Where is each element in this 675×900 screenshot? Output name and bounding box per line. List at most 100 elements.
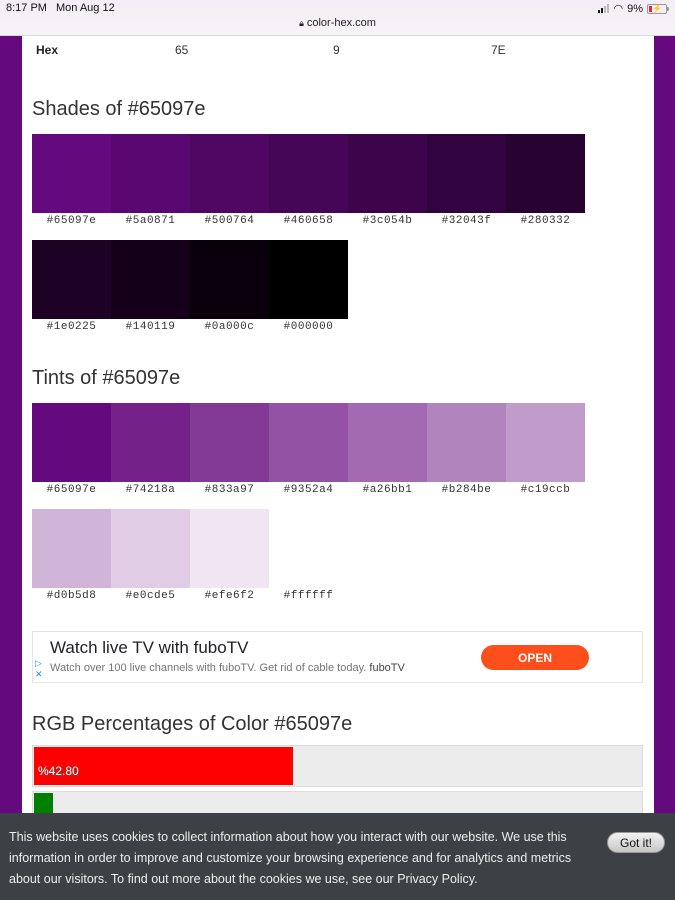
color-code-link[interactable]: #65097e <box>32 215 111 227</box>
tint-swatch[interactable]: #efe6f2 <box>190 509 269 602</box>
color-chip[interactable] <box>269 509 348 588</box>
color-code-link[interactable]: #460658 <box>269 215 348 227</box>
shades-row-2: #1e0225 #140119 #0a000c #000000 <box>32 240 348 333</box>
color-chip[interactable] <box>506 134 585 213</box>
color-chip[interactable] <box>111 509 190 588</box>
wifi-icon: ◠ <box>613 3 624 15</box>
color-chip[interactable] <box>32 134 111 213</box>
color-chip[interactable] <box>111 240 190 319</box>
color-code-link[interactable]: #32043f <box>427 215 506 227</box>
color-code-link[interactable]: #e0cde5 <box>111 590 190 602</box>
color-chip[interactable] <box>269 240 348 319</box>
shade-swatch[interactable]: #140119 <box>111 240 190 333</box>
color-code-link[interactable]: #5a0871 <box>111 215 190 227</box>
status-date: Mon Aug 12 <box>56 2 115 14</box>
cookie-message: This website uses cookies to collect inf… <box>9 827 579 890</box>
hex-value-blue: 7E <box>491 43 506 57</box>
color-chip[interactable] <box>190 240 269 319</box>
shade-swatch[interactable]: #32043f <box>427 134 506 227</box>
adchoices-icon[interactable]: ▷ <box>35 658 43 669</box>
hex-label: Hex <box>36 43 59 57</box>
ad-banner[interactable]: ▷ ✕ Watch live TV with fuboTV Watch over… <box>32 631 643 683</box>
color-code-link[interactable]: #140119 <box>111 321 190 333</box>
shade-swatch[interactable]: #0a000c <box>190 240 269 333</box>
color-chip[interactable] <box>32 240 111 319</box>
url-text: color-hex.com <box>306 17 376 29</box>
color-chip[interactable] <box>190 403 269 482</box>
privacy-policy-link[interactable]: Privacy Policy <box>397 872 474 886</box>
status-indicators: ◠ 9% ⚡ <box>598 2 669 15</box>
color-code-link[interactable]: #74218a <box>111 484 190 496</box>
color-chip[interactable] <box>111 403 190 482</box>
shade-swatch[interactable]: #3c054b <box>348 134 427 227</box>
tints-row-2: #d0b5d8 #e0cde5 #efe6f2 #ffffff <box>32 509 348 602</box>
color-chip[interactable] <box>32 509 111 588</box>
color-code-link[interactable]: #c19ccb <box>506 484 585 496</box>
status-time: 8:17 PM <box>6 2 47 14</box>
cookie-text: This website uses cookies to collect inf… <box>9 830 572 886</box>
color-chip[interactable] <box>348 403 427 482</box>
ad-open-button[interactable]: OPEN <box>481 645 589 670</box>
color-chip[interactable] <box>427 134 506 213</box>
color-code-link[interactable]: #3c054b <box>348 215 427 227</box>
tint-swatch[interactable]: #c19ccb <box>506 403 585 496</box>
hex-value-green: 9 <box>333 43 340 57</box>
ad-choices[interactable]: ▷ ✕ <box>35 658 43 680</box>
color-code-link[interactable]: #ffffff <box>269 590 348 602</box>
cookie-accept-button[interactable]: Got it! <box>607 832 665 853</box>
tint-swatch[interactable]: #ffffff <box>269 509 348 602</box>
battery-percent: 9% <box>627 2 643 15</box>
shades-title: Shades of #65097e <box>32 98 206 120</box>
color-code-link[interactable]: #9352a4 <box>269 484 348 496</box>
address-bar[interactable]: 🔒︎ color-hex.com <box>0 17 675 29</box>
color-code-link[interactable]: #efe6f2 <box>190 590 269 602</box>
color-code-link[interactable]: #000000 <box>269 321 348 333</box>
tint-swatch[interactable]: #d0b5d8 <box>32 509 111 602</box>
ad-description: Watch over 100 live channels with fuboTV… <box>50 662 405 674</box>
shade-swatch[interactable]: #000000 <box>269 240 348 333</box>
color-code-link[interactable]: #b284be <box>427 484 506 496</box>
tint-swatch[interactable]: #833a97 <box>190 403 269 496</box>
red-percentage-bar: %42.80 <box>32 745 643 787</box>
color-code-link[interactable]: #1e0225 <box>32 321 111 333</box>
color-chip[interactable] <box>32 403 111 482</box>
cookie-banner: This website uses cookies to collect inf… <box>0 813 675 900</box>
status-bar: 8:17 PM Mon Aug 12 ◠ 9% ⚡ 🔒︎ color-hex.co… <box>0 0 675 36</box>
shades-row-1: #65097e #5a0871 #500764 #460658 #3c054b #3204… <box>32 134 585 227</box>
color-code-link[interactable]: #0a000c <box>190 321 269 333</box>
color-code-link[interactable]: #280332 <box>506 215 585 227</box>
shade-swatch[interactable]: #500764 <box>190 134 269 227</box>
tint-swatch[interactable]: #65097e <box>32 403 111 496</box>
shade-swatch[interactable]: #5a0871 <box>111 134 190 227</box>
color-code-link[interactable]: #500764 <box>190 215 269 227</box>
shade-swatch[interactable]: #280332 <box>506 134 585 227</box>
hex-row: Hex 65 9 7E <box>36 43 636 59</box>
color-code-link[interactable]: #d0b5d8 <box>32 590 111 602</box>
tint-swatch[interactable]: #e0cde5 <box>111 509 190 602</box>
color-chip[interactable] <box>269 134 348 213</box>
cookie-text-suffix: . <box>474 872 478 886</box>
color-chip[interactable] <box>506 403 585 482</box>
tints-title: Tints of #65097e <box>32 367 181 389</box>
tint-swatch[interactable]: #74218a <box>111 403 190 496</box>
color-chip[interactable] <box>190 509 269 588</box>
ad-close-icon[interactable]: ✕ <box>35 669 43 680</box>
color-chip[interactable] <box>111 134 190 213</box>
color-code-link[interactable]: #65097e <box>32 484 111 496</box>
color-chip[interactable] <box>348 134 427 213</box>
shade-swatch[interactable]: #65097e <box>32 134 111 227</box>
color-code-link[interactable]: #833a97 <box>190 484 269 496</box>
hex-value-red: 65 <box>175 43 189 57</box>
tint-swatch[interactable]: #9352a4 <box>269 403 348 496</box>
color-code-link[interactable]: #a26bb1 <box>348 484 427 496</box>
shade-swatch[interactable]: #1e0225 <box>32 240 111 333</box>
color-chip[interactable] <box>190 134 269 213</box>
tint-swatch[interactable]: #b284be <box>427 403 506 496</box>
tints-row-1: #65097e #74218a #833a97 #9352a4 #a26bb1 #b284… <box>32 403 585 496</box>
color-chip[interactable] <box>269 403 348 482</box>
tint-swatch[interactable]: #a26bb1 <box>348 403 427 496</box>
color-chip[interactable] <box>427 403 506 482</box>
ad-title[interactable]: Watch live TV with fuboTV <box>50 638 248 658</box>
red-percentage-label: %42.80 <box>38 764 79 778</box>
shade-swatch[interactable]: #460658 <box>269 134 348 227</box>
